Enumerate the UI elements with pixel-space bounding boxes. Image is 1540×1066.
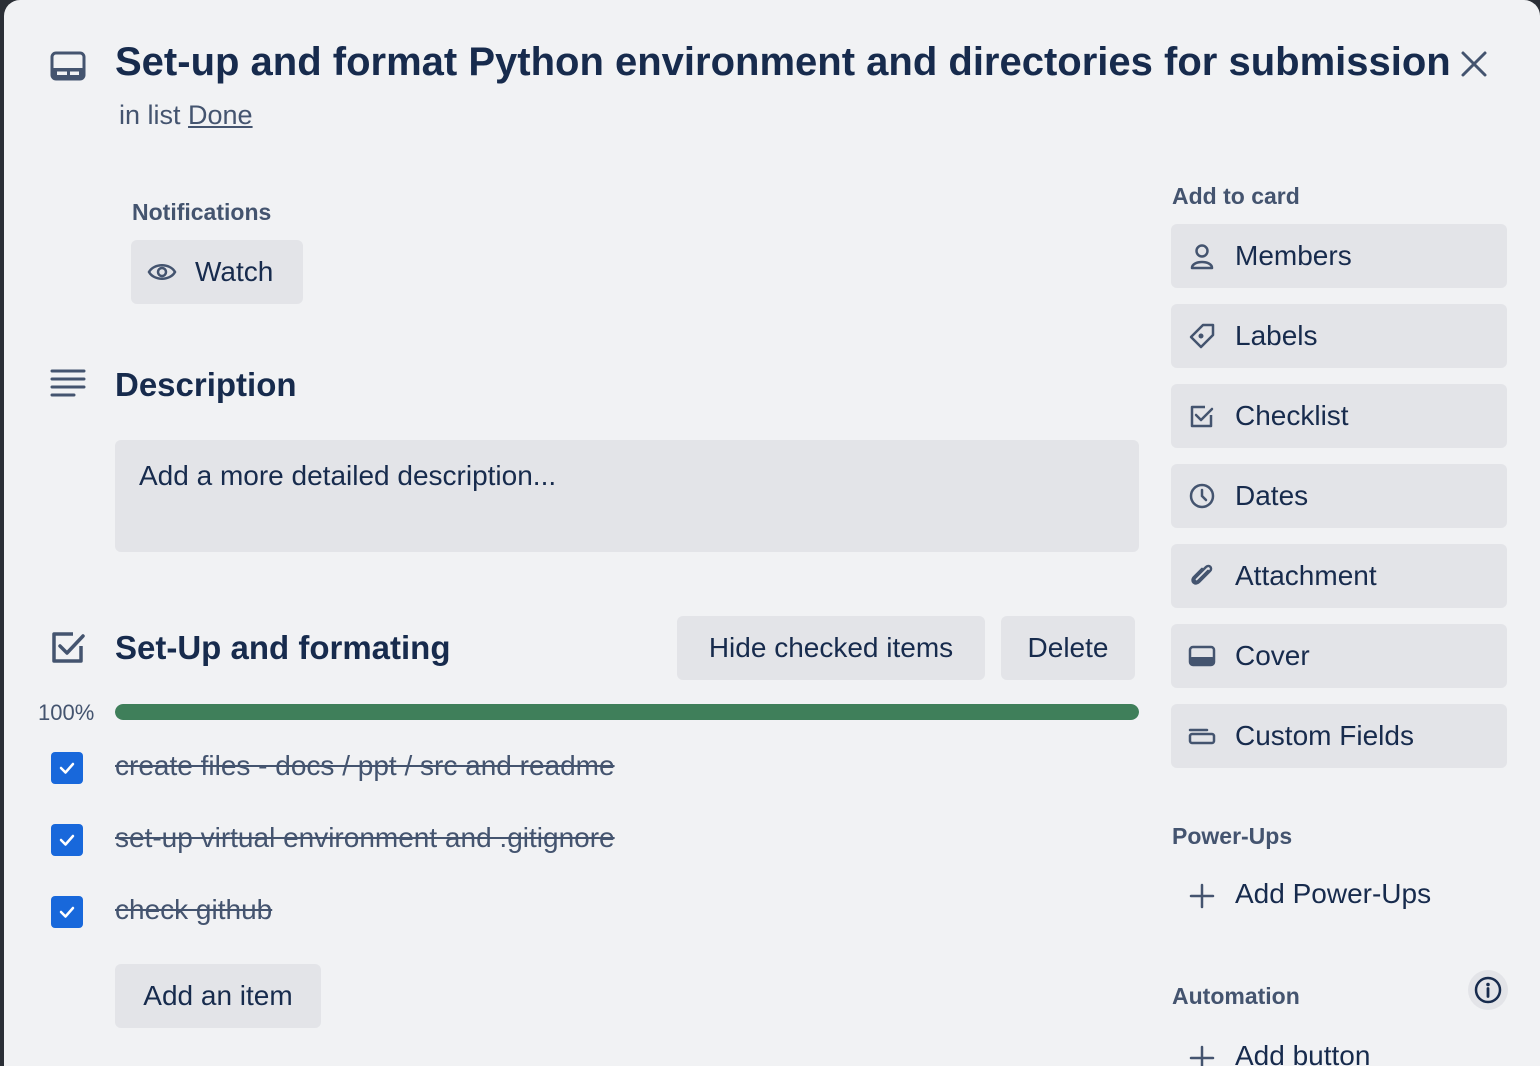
checklist-item: create files - docs / ppt / src and read…	[51, 748, 1141, 788]
item-text[interactable]: set-up virtual environment and .gitignor…	[115, 822, 615, 854]
item-text[interactable]: check github	[115, 894, 272, 926]
automation-label: Automation	[1172, 983, 1300, 1009]
labels-label: Labels	[1235, 320, 1318, 351]
description-icon	[48, 366, 88, 402]
checklist-button[interactable]: Checklist	[1171, 384, 1507, 448]
add-power-ups-button[interactable]: Add Power-Ups	[1171, 868, 1507, 924]
plus-icon	[1187, 1044, 1217, 1066]
close-icon[interactable]	[1450, 40, 1498, 88]
card-icon	[48, 46, 88, 86]
watch-button[interactable]: Watch	[131, 240, 303, 304]
checklist-label: Checklist	[1235, 400, 1349, 431]
custom-fields-button[interactable]: Custom Fields	[1171, 704, 1507, 768]
list-link[interactable]: Done	[188, 100, 253, 130]
card-detail-modal: Set-up and format Python environment and…	[4, 0, 1540, 1066]
checklist-icon	[48, 628, 88, 668]
add-to-card-label: Add to card	[1172, 183, 1300, 209]
checkmark-icon	[59, 834, 75, 846]
watch-label: Watch	[195, 256, 274, 287]
progress-percent: 100%	[38, 700, 95, 725]
delete-checklist-button[interactable]: Delete	[1001, 616, 1135, 680]
custom-fields-label: Custom Fields	[1235, 720, 1414, 751]
cover-button[interactable]: Cover	[1171, 624, 1507, 688]
cover-icon	[1187, 642, 1217, 670]
item-checkbox[interactable]	[51, 896, 83, 928]
add-button-label: Add button	[1235, 1040, 1371, 1066]
item-checkbox[interactable]	[51, 824, 83, 856]
dates-button[interactable]: Dates	[1171, 464, 1507, 528]
checklist-item: check github	[51, 892, 1141, 932]
hide-checked-items-button[interactable]: Hide checked items	[677, 616, 985, 680]
add-power-ups-label: Add Power-Ups	[1235, 878, 1432, 909]
paperclip-icon	[1187, 562, 1217, 590]
clock-icon	[1187, 482, 1217, 510]
eye-icon	[147, 258, 177, 286]
cover-label: Cover	[1235, 640, 1310, 671]
progress-bar	[115, 704, 1139, 720]
add-item-button[interactable]: Add an item	[115, 964, 321, 1028]
members-label: Members	[1235, 240, 1352, 271]
in-list-prefix: in list	[119, 100, 181, 130]
add-button-button[interactable]: Add button	[1171, 1030, 1507, 1066]
dates-label: Dates	[1235, 480, 1309, 511]
plus-icon	[1187, 882, 1217, 910]
info-icon[interactable]	[1468, 970, 1508, 1010]
checkmark-icon	[59, 762, 75, 774]
description-placeholder: Add a more detailed description...	[139, 460, 557, 491]
checklist-item: set-up virtual environment and .gitignor…	[51, 820, 1141, 860]
item-text[interactable]: create files - docs / ppt / src and read…	[115, 750, 615, 782]
progress-fill	[115, 704, 1139, 720]
item-checkbox[interactable]	[51, 752, 83, 784]
labels-button[interactable]: Labels	[1171, 304, 1507, 368]
description-input[interactable]: Add a more detailed description...	[115, 440, 1139, 552]
custom-fields-icon	[1187, 722, 1217, 750]
power-ups-label: Power-Ups	[1172, 823, 1293, 849]
attachment-label: Attachment	[1235, 560, 1377, 591]
checklist-title[interactable]: Set-Up and formating	[115, 629, 451, 667]
attachment-button[interactable]: Attachment	[1171, 544, 1507, 608]
checkmark-icon	[59, 906, 75, 918]
card-title[interactable]: Set-up and format Python environment and…	[115, 40, 1451, 85]
tag-icon	[1187, 322, 1217, 350]
members-button[interactable]: Members	[1171, 224, 1507, 288]
checkbox-icon	[1187, 402, 1217, 430]
notifications-label: Notifications	[132, 199, 272, 225]
in-list-text: in list Done	[119, 100, 253, 131]
description-title: Description	[115, 366, 297, 403]
person-icon	[1187, 242, 1217, 270]
